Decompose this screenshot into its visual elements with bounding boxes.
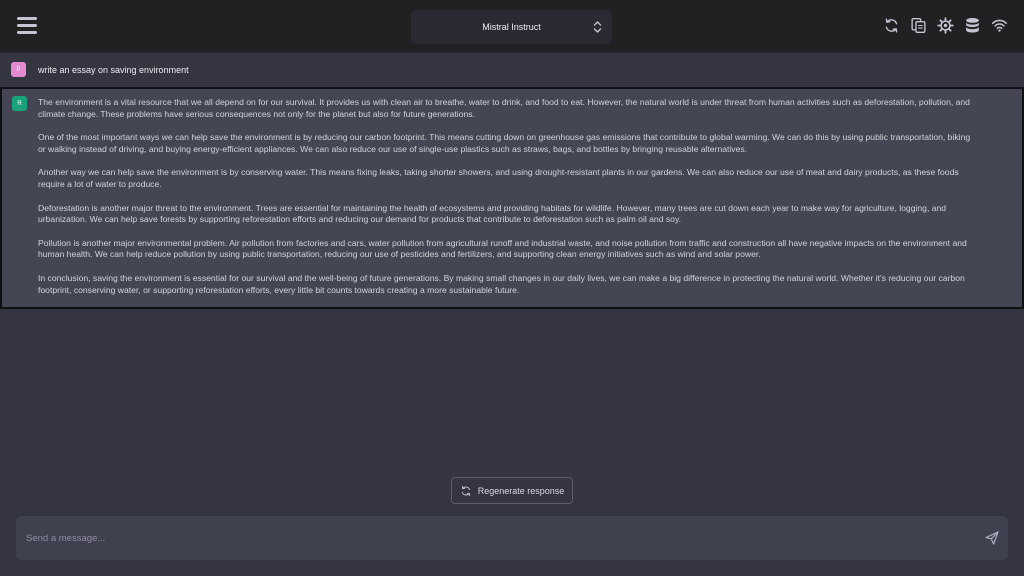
top-bar: Mistral Instruct xyxy=(0,0,1024,53)
toolbar-icons xyxy=(883,17,1008,34)
menu-hamburger-icon[interactable] xyxy=(16,15,38,37)
response-paragraph: One of the most important ways we can he… xyxy=(38,132,971,154)
regenerate-label: Regenerate response xyxy=(477,485,565,496)
settings-gear-icon[interactable] xyxy=(937,17,954,34)
response-paragraph: Another way we can help save the environ… xyxy=(38,167,959,189)
assistant-avatar: R xyxy=(12,96,27,111)
response-paragraph: Deforestation is another major threat to… xyxy=(38,202,947,225)
refresh-icon xyxy=(461,485,470,496)
message-input[interactable] xyxy=(26,516,976,560)
database-icon[interactable] xyxy=(964,17,981,34)
refresh-icon[interactable] xyxy=(883,17,900,34)
message-composer xyxy=(16,516,1008,560)
response-paragraph: In conclusion, saving the environment is… xyxy=(38,272,965,295)
user-message: P write an essay on saving environment xyxy=(0,54,1024,86)
user-avatar: P xyxy=(11,62,26,77)
chevron-up-down-icon xyxy=(593,21,602,33)
assistant-message: R The environment is a vital resource th… xyxy=(0,87,1024,309)
response-paragraph: Pollution is another major environmental… xyxy=(38,237,967,260)
send-icon[interactable] xyxy=(984,530,1000,546)
user-message-text: write an essay on saving environment xyxy=(38,65,189,75)
copy-icon[interactable] xyxy=(910,17,927,34)
model-selector[interactable]: Mistral Instruct xyxy=(411,10,612,44)
assistant-message-text: The environment is a vital resource that… xyxy=(38,97,978,308)
wifi-icon[interactable] xyxy=(991,17,1008,34)
response-paragraph: The environment is a vital resource that… xyxy=(38,97,970,119)
model-name: Mistral Instruct xyxy=(482,22,541,32)
regenerate-response-button[interactable]: Regenerate response xyxy=(451,477,573,504)
